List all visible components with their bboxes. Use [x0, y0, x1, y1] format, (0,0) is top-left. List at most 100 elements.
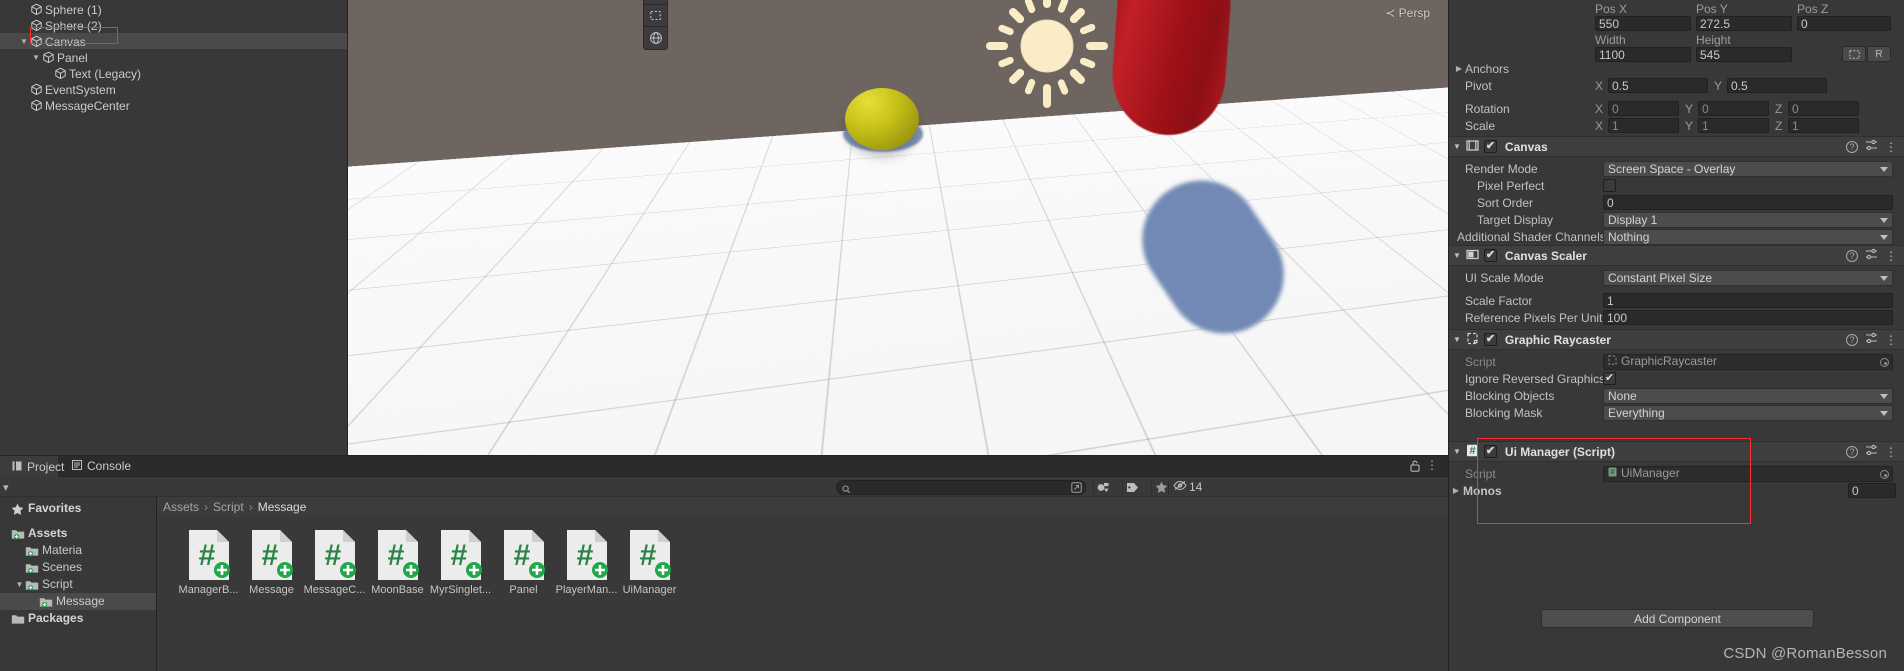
- ui-manager-enabled-checkbox[interactable]: [1483, 445, 1497, 458]
- scale-y-field[interactable]: 1: [1698, 118, 1769, 133]
- sort-order-field[interactable]: 0: [1603, 195, 1893, 210]
- help-icon[interactable]: ?: [1846, 249, 1858, 262]
- graphic-raycaster-header[interactable]: ▼ Graphic Raycaster ? ⋮: [1449, 329, 1904, 350]
- hidden-assets-indicator[interactable]: 14: [1168, 479, 1202, 495]
- width-field[interactable]: 1100: [1595, 47, 1691, 62]
- project-lock-icon[interactable]: [1410, 460, 1420, 475]
- height-field[interactable]: 545: [1696, 47, 1792, 62]
- hierarchy-item-sphere-1[interactable]: Sphere (1): [0, 1, 347, 17]
- gr-script-field[interactable]: GraphicRaycaster: [1603, 353, 1893, 370]
- pivot-x-field[interactable]: 0.5: [1608, 78, 1708, 93]
- render-mode-dropdown[interactable]: Screen Space - Overlay: [1603, 160, 1893, 177]
- hierarchy-item-eventsystem[interactable]: EventSystem: [0, 81, 347, 97]
- project-tree-item-favorites[interactable]: Favorites: [0, 500, 156, 517]
- pos-x-field[interactable]: 550: [1595, 16, 1691, 31]
- help-icon[interactable]: ?: [1846, 333, 1858, 346]
- search-expand-icon[interactable]: [1071, 482, 1082, 496]
- asset-item[interactable]: # Panel: [492, 529, 555, 596]
- yellow-sphere-object[interactable]: [845, 88, 919, 150]
- rotation-y-field[interactable]: 0: [1698, 101, 1769, 116]
- tab-project[interactable]: Project: [0, 456, 64, 477]
- pos-y-field[interactable]: 272.5: [1696, 16, 1792, 31]
- create-dropdown[interactable]: ▾: [3, 481, 9, 494]
- shader-channels-dropdown[interactable]: Nothing: [1603, 228, 1893, 245]
- filter-type-icon[interactable]: [1093, 479, 1113, 495]
- rotation-z-field[interactable]: 0: [1788, 101, 1859, 116]
- ref-ppu-field[interactable]: 100: [1603, 310, 1893, 325]
- canvas-scaler-foldout-icon[interactable]: ▼: [1453, 251, 1461, 260]
- pixel-perfect-checkbox[interactable]: [1603, 179, 1616, 192]
- pivot-y-field[interactable]: 0.5: [1727, 78, 1827, 93]
- canvas-foldout-icon[interactable]: ▼: [1453, 142, 1461, 151]
- hierarchy-item-panel[interactable]: ▼ Panel: [0, 49, 347, 65]
- preset-icon[interactable]: [1865, 332, 1878, 347]
- scene-tool-palette[interactable]: [643, 0, 668, 50]
- object-picker-icon[interactable]: [1880, 469, 1889, 479]
- monos-size-field[interactable]: 0: [1848, 483, 1896, 498]
- preset-icon[interactable]: [1865, 444, 1878, 459]
- breadcrumb-item-message[interactable]: Message: [258, 497, 307, 517]
- canvas-enabled-checkbox[interactable]: [1483, 140, 1497, 153]
- tab-console[interactable]: Console: [60, 456, 143, 477]
- asset-item[interactable]: # MessageC...: [303, 529, 366, 596]
- filter-label-icon[interactable]: [1122, 479, 1142, 495]
- hierarchy-item-messagecenter[interactable]: MessageCenter: [0, 97, 347, 113]
- transform-tool-icon[interactable]: [644, 27, 667, 49]
- monos-foldout-icon[interactable]: ▶: [1449, 486, 1463, 495]
- asset-item[interactable]: # ManagerB...: [177, 529, 240, 596]
- ui-scale-mode-dropdown[interactable]: Constant Pixel Size: [1603, 269, 1893, 286]
- blocking-objects-dropdown[interactable]: None: [1603, 387, 1893, 404]
- add-component-button[interactable]: Add Component: [1541, 609, 1814, 628]
- scale-factor-field[interactable]: 1: [1603, 293, 1893, 308]
- project-tree-item-message[interactable]: Message: [0, 593, 156, 610]
- scene-view[interactable]: ≺ Persp: [348, 0, 1448, 455]
- pos-z-field[interactable]: 0: [1797, 16, 1891, 31]
- more-menu-icon[interactable]: ⋮: [1885, 140, 1897, 154]
- yellow-cylinder-object[interactable]: [769, 370, 841, 455]
- asset-item[interactable]: # Message: [240, 529, 303, 596]
- ui-manager-header[interactable]: ▼ # Ui Manager (Script) ? ⋮: [1449, 441, 1904, 462]
- more-menu-icon[interactable]: ⋮: [1885, 445, 1897, 459]
- asset-item[interactable]: # UiManager: [618, 529, 681, 596]
- scene-camera-mode-label[interactable]: ≺ Persp: [1385, 6, 1430, 20]
- target-display-dropdown[interactable]: Display 1: [1603, 211, 1893, 228]
- project-tree-item-materia[interactable]: Materia: [0, 542, 156, 559]
- directional-light-gizmo-icon[interactable]: [982, 0, 1112, 114]
- canvas-scaler-enabled-checkbox[interactable]: [1483, 249, 1497, 262]
- anchors-foldout-icon[interactable]: ▶: [1453, 64, 1465, 73]
- hierarchy-item-sphere-2[interactable]: Sphere (2): [0, 17, 347, 33]
- canvas-scaler-header[interactable]: ▼ Canvas Scaler ? ⋮: [1449, 245, 1904, 266]
- project-tree-foldout-icon[interactable]: ▼: [14, 576, 25, 593]
- object-picker-icon[interactable]: [1880, 357, 1889, 367]
- project-tree-item-scenes[interactable]: Scenes: [0, 559, 156, 576]
- search-input[interactable]: [836, 480, 1086, 495]
- help-icon[interactable]: ?: [1846, 140, 1858, 153]
- preset-icon[interactable]: [1865, 248, 1878, 263]
- um-script-field[interactable]: # UiManager: [1603, 465, 1893, 482]
- rect-tool-icon[interactable]: [644, 5, 667, 27]
- asset-item[interactable]: # MoonBase: [366, 529, 429, 596]
- scale-z-field[interactable]: 1: [1788, 118, 1859, 133]
- ui-manager-foldout-icon[interactable]: ▼: [1453, 447, 1461, 456]
- project-tree-item-assets[interactable]: Assets: [0, 525, 156, 542]
- asset-item[interactable]: # MyrSinglet...: [429, 529, 492, 596]
- raw-edit-mode-button[interactable]: R: [1867, 46, 1891, 62]
- breadcrumb-item-script[interactable]: Script: [213, 497, 244, 517]
- project-tree-item-script[interactable]: ▼ Script: [0, 576, 156, 593]
- hierarchy-foldout-icon[interactable]: ▼: [18, 34, 30, 50]
- hierarchy-item-canvas[interactable]: ▼ Canvas: [0, 33, 347, 49]
- more-menu-icon[interactable]: ⋮: [1885, 333, 1897, 347]
- scale-x-field[interactable]: 1: [1608, 118, 1679, 133]
- blueprint-mode-button[interactable]: [1842, 46, 1866, 62]
- project-tree-item-packages[interactable]: Packages: [0, 610, 156, 627]
- preset-icon[interactable]: [1865, 139, 1878, 154]
- more-menu-icon[interactable]: ⋮: [1885, 249, 1897, 263]
- graphic-raycaster-foldout-icon[interactable]: ▼: [1453, 335, 1461, 344]
- anchors-row[interactable]: ▶ Anchors: [1449, 60, 1509, 77]
- project-menu-icon[interactable]: ⋮: [1426, 459, 1438, 471]
- graphic-raycaster-enabled-checkbox[interactable]: [1483, 333, 1497, 346]
- help-icon[interactable]: ?: [1846, 445, 1858, 458]
- rotation-x-field[interactable]: 0: [1608, 101, 1679, 116]
- asset-item[interactable]: # PlayerMan...: [555, 529, 618, 596]
- canvas-component-header[interactable]: ▼ Canvas ? ⋮: [1449, 136, 1904, 157]
